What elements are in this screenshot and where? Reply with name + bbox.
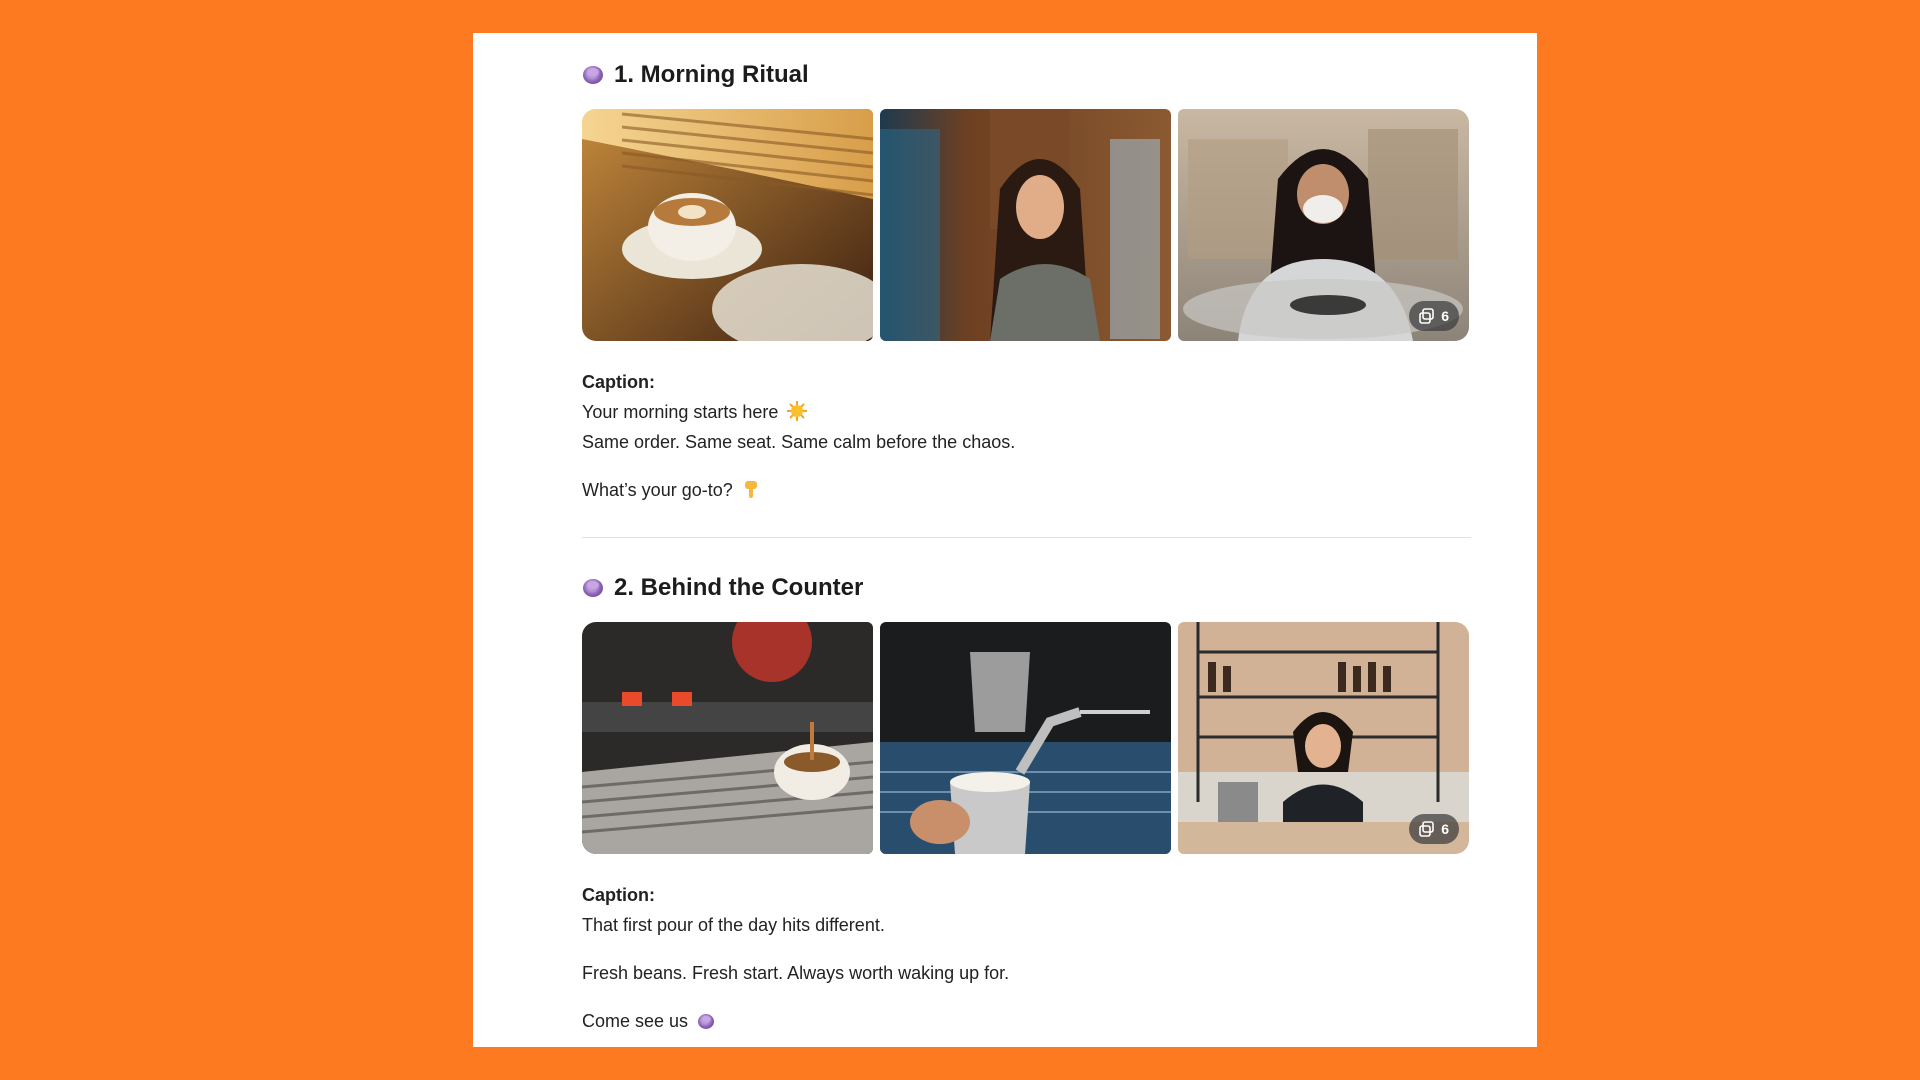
pointing-down-emoji-icon (744, 481, 757, 498)
section-divider (582, 537, 1471, 538)
photo-count: 6 (1441, 821, 1449, 837)
caption-label: Caption: (582, 885, 655, 905)
caption: Caption: Your morning starts here Same o… (582, 367, 1471, 505)
more-photos-badge[interactable]: 6 (1409, 301, 1459, 331)
section-title-text: 1. Morning Ritual (614, 61, 809, 88)
photo-woman-drinking-coffee[interactable]: 6 (1178, 109, 1469, 341)
sun-emoji-icon (787, 401, 808, 421)
caption-line: Fresh beans. Fresh start. Always worth w… (582, 963, 1010, 983)
photo-count: 6 (1441, 308, 1449, 324)
post-list: 1. Morning Ritual 6 Caption: Your mornin… (582, 55, 1471, 1036)
coffee-cup-icon (697, 1012, 715, 1030)
coffee-cup-icon (582, 64, 604, 86)
photo-gallery: 6 (582, 622, 1471, 854)
gallery-stack-icon (1419, 308, 1435, 324)
photo-espresso-machine[interactable] (582, 622, 873, 854)
post-section-1: 1. Morning Ritual 6 Caption: Your mornin… (582, 55, 1471, 505)
photo-steaming-milk[interactable] (880, 622, 1171, 854)
more-photos-badge[interactable]: 6 (1409, 814, 1459, 844)
caption-line: That first pour of the day hits differen… (582, 915, 885, 935)
caption-line: Same order. Same seat. Same calm before … (582, 432, 1016, 452)
caption-label: Caption: (582, 372, 655, 392)
post-plan-panel: 1. Morning Ritual 6 Caption: Your mornin… (473, 33, 1537, 1047)
caption: Caption: That first pour of the day hits… (582, 880, 1471, 1036)
section-title: 1. Morning Ritual (582, 55, 1471, 95)
photo-latte-on-table[interactable] (582, 109, 873, 341)
caption-line: Your morning starts here (582, 397, 1471, 427)
section-title-text: 2. Behind the Counter (614, 574, 864, 601)
coffee-cup-icon (582, 577, 604, 599)
caption-line: Come see us (582, 1006, 1471, 1036)
photo-barista-at-counter[interactable]: 6 (1178, 622, 1469, 854)
section-title: 2. Behind the Counter (582, 568, 1471, 608)
post-section-2: 2. Behind the Counter 6 Caption: That fi… (582, 568, 1471, 1036)
photo-woman-smiling[interactable] (880, 109, 1171, 341)
caption-line: What’s your go-to? (582, 475, 1471, 505)
gallery-stack-icon (1419, 821, 1435, 837)
photo-gallery: 6 (582, 109, 1471, 341)
